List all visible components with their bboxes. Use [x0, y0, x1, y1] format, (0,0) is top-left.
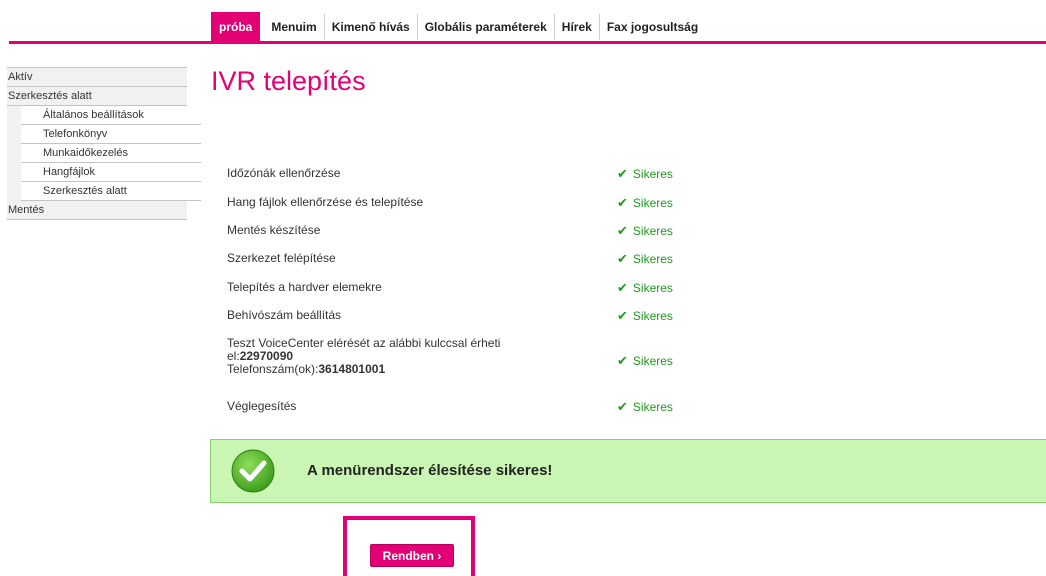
- step-label: Mentés készítése: [227, 223, 321, 237]
- tab-hirek[interactable]: Hírek: [555, 14, 600, 40]
- sidebar-item-munkaidokezeles[interactable]: Munkaidőkezelés: [21, 144, 201, 163]
- check-icon: ✔: [617, 195, 628, 210]
- phone-value: 3614801001: [318, 362, 386, 376]
- success-check-icon: [231, 449, 275, 493]
- tab-globalis-parameterek[interactable]: Globális paraméterek: [418, 14, 555, 40]
- step-status: ✔ Sikeres: [617, 399, 673, 414]
- top-nav: próba Menuim Kimenő hívás Globális param…: [211, 12, 705, 42]
- sidebar-submenu: Általános beállítások Telefonkönyv Munka…: [7, 106, 201, 201]
- check-icon: ✔: [617, 166, 628, 181]
- step-status: ✔ Sikeres: [617, 308, 673, 323]
- ok-button[interactable]: Rendben ›: [370, 544, 454, 567]
- sidebar-item-telefonkonyv[interactable]: Telefonkönyv: [21, 125, 201, 144]
- step-label: Behívószám beállítás: [227, 308, 342, 322]
- sidebar-item-hangfajlok[interactable]: Hangfájlok: [21, 163, 201, 182]
- tab-fax-jogosultsag[interactable]: Fax jogosultság: [600, 14, 705, 40]
- step-label: Időzónák ellenőrzése: [227, 166, 341, 180]
- step-status: ✔ Sikeres: [617, 195, 673, 210]
- page-title: IVR telepítés: [211, 66, 366, 96]
- check-icon: ✔: [617, 399, 628, 414]
- step-status: ✔ Sikeres: [617, 251, 673, 266]
- check-icon: ✔: [617, 251, 628, 266]
- check-icon: ✔: [617, 308, 628, 323]
- sidebar-item-szerkesztes-alatt[interactable]: Szerkesztés alatt: [7, 87, 187, 106]
- sidebar-item-mentes[interactable]: Mentés: [7, 201, 187, 220]
- step-status: ✔ Sikeres: [617, 223, 673, 238]
- check-icon: ✔: [617, 280, 628, 295]
- sidebar-item-aktiv[interactable]: Aktív: [7, 67, 187, 87]
- nav-divider: [9, 41, 1046, 44]
- phone-line: Telefonszám(ok):3614801001: [227, 362, 386, 376]
- step-status: ✔ Sikeres: [617, 166, 673, 181]
- test-key-value: 22970090: [239, 349, 294, 363]
- tab-proba[interactable]: próba: [211, 12, 261, 42]
- step-label: Telepítés a hardver elemekre: [227, 280, 382, 294]
- step-status: ✔ Sikeres: [617, 280, 673, 295]
- check-icon: ✔: [617, 223, 628, 238]
- success-message: A menürendszer élesítése sikeres!: [307, 462, 553, 479]
- check-icon: ✔: [617, 353, 628, 368]
- sidebar: Aktív Szerkesztés alatt Általános beállí…: [7, 67, 201, 220]
- tab-kimeno-hivas[interactable]: Kimenő hívás: [325, 14, 418, 40]
- step-label: Hang fájlok ellenőrzése és telepítése: [227, 195, 424, 209]
- step-status: ✔ Sikeres: [617, 353, 673, 368]
- success-banner: A menürendszer élesítése sikeres!: [210, 439, 1046, 503]
- sidebar-item-szerkesztes-alatt-sub[interactable]: Szerkesztés alatt: [21, 182, 201, 201]
- sidebar-item-altalanos-beallitasok[interactable]: Általános beállítások: [21, 106, 201, 125]
- step-label: Véglegesítés: [227, 399, 297, 413]
- tab-menuim[interactable]: Menuim: [264, 14, 325, 40]
- step-label-test-key: Teszt VoiceCenter elérését az alábbi kul…: [227, 337, 557, 376]
- step-label: Szerkezet felépítése: [227, 251, 336, 265]
